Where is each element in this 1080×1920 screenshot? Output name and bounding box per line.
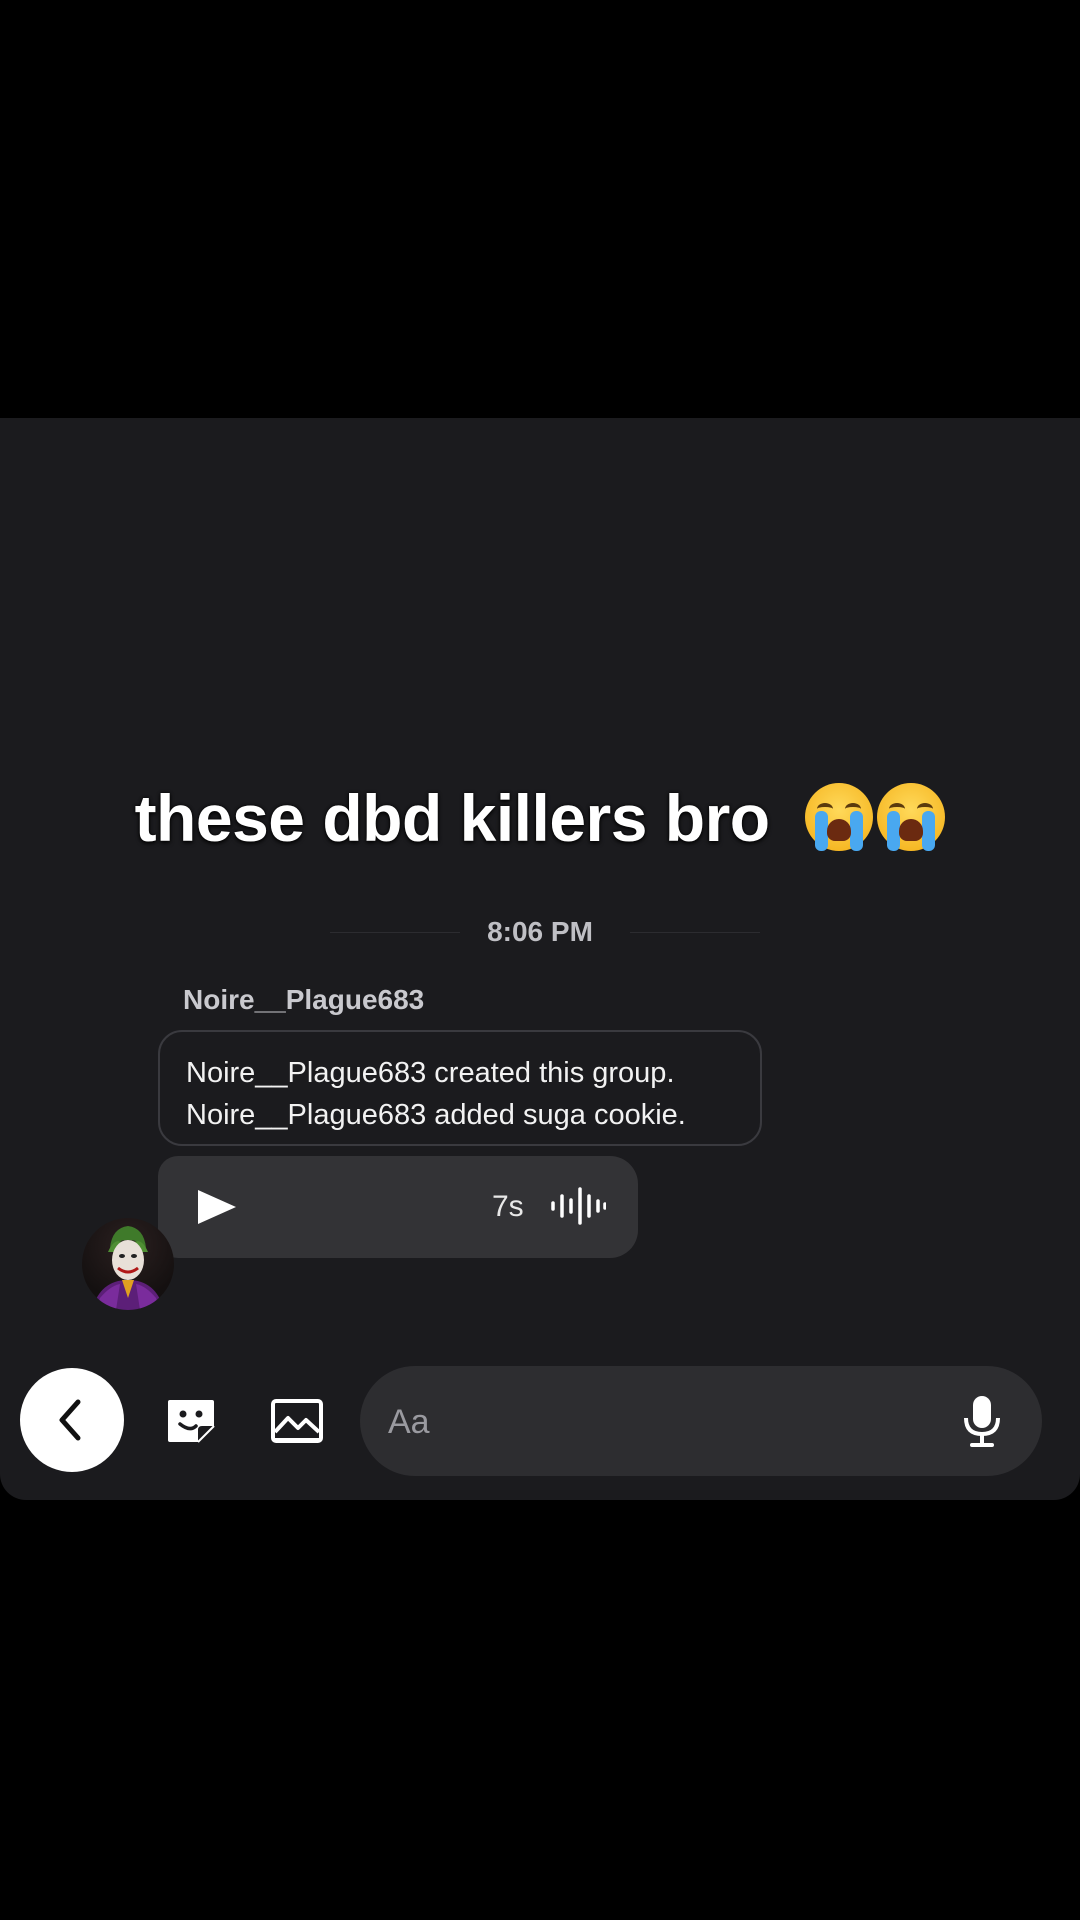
image-icon[interactable] xyxy=(270,1396,324,1446)
joker-avatar-icon[interactable] xyxy=(82,1218,174,1310)
caption-text: these dbd killers bro xyxy=(134,781,771,855)
loudly-crying-face-icon xyxy=(805,783,874,851)
composer-bar xyxy=(0,1366,1080,1476)
voice-duration: 7s xyxy=(492,1190,524,1223)
waveform-icon xyxy=(551,1187,606,1225)
overlay-caption: these dbd killers bro xyxy=(0,780,1080,856)
microphone-icon[interactable] xyxy=(960,1394,1004,1448)
back-button[interactable] xyxy=(20,1368,124,1472)
message-composer[interactable] xyxy=(360,1366,1042,1476)
system-message-line: Noire__Plague683 created this group. xyxy=(186,1057,675,1089)
sender-name: Noire__Plague683 xyxy=(183,984,425,1015)
play-icon[interactable] xyxy=(198,1190,236,1224)
sticker-icon[interactable] xyxy=(164,1396,218,1446)
chat-screen xyxy=(0,418,1080,1500)
message-input[interactable] xyxy=(386,1390,950,1454)
back-chevron-icon xyxy=(59,1399,81,1441)
voice-message-bubble[interactable]: 7s xyxy=(158,1156,638,1258)
message-timestamp: 8:06 PM xyxy=(487,916,593,947)
system-message-line: Noire__Plague683 added suga cookie. xyxy=(186,1099,686,1131)
loudly-crying-face-icon xyxy=(877,783,946,851)
system-message-bubble: Noire__Plague683 created this group. Noi… xyxy=(158,1030,762,1146)
